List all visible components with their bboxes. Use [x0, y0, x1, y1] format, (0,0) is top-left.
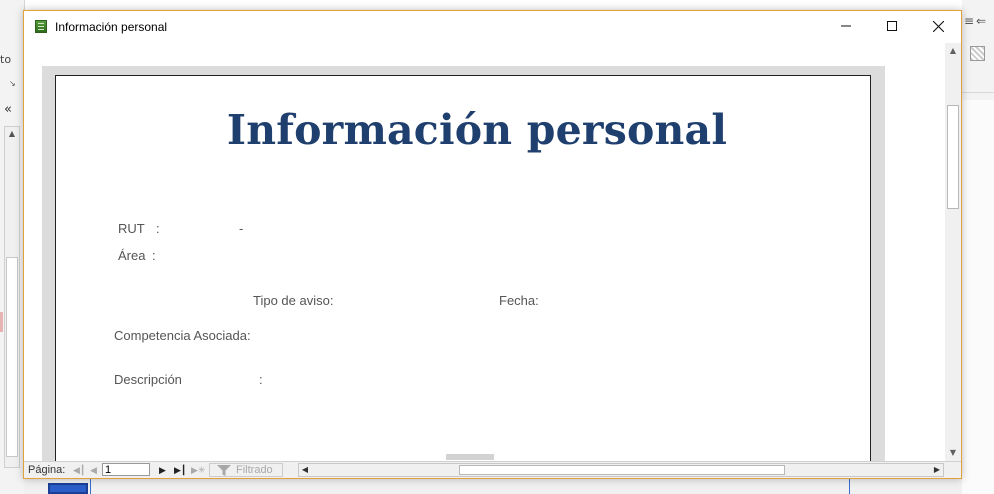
record-navigation-bar: Página: ◀┃ ◀ 1 ▶ ▶┃ ▶✳ Filtrado ◀ ▶ — [24, 461, 961, 478]
page-break-marker — [446, 454, 494, 460]
rut-colon: : — [156, 221, 160, 236]
competencia-label: Competencia Asociada: — [114, 328, 251, 343]
report-viewport: Información personal RUT : - Área : Tipo… — [24, 43, 945, 461]
previous-page-icon[interactable]: ◀ — [90, 463, 97, 477]
minimize-icon — [841, 25, 851, 27]
rut-dash: - — [239, 221, 244, 236]
report-window: Información personal Información persona… — [23, 10, 962, 479]
report-page: Información personal RUT : - Área : Tipo… — [55, 75, 871, 461]
horizontal-scroll-thumb[interactable] — [459, 465, 785, 475]
scroll-left-arrow-icon[interactable]: ◀ — [299, 464, 311, 476]
page-number-input[interactable]: 1 — [102, 463, 150, 476]
funnel-icon — [217, 465, 231, 476]
last-page-icon[interactable]: ▶┃ — [174, 463, 186, 477]
form-guide-line — [90, 478, 91, 494]
fecha-label: Fecha: — [499, 293, 539, 308]
next-page-icon[interactable]: ▶ — [159, 463, 166, 477]
filter-label: Filtrado — [236, 464, 273, 476]
navigation-pane-scroll-thumb[interactable] — [6, 257, 18, 457]
double-chevron-left-icon[interactable]: « — [4, 102, 12, 117]
scroll-up-arrow-icon[interactable]: ▲ — [945, 43, 961, 59]
ribbon-divider — [962, 92, 994, 93]
navigation-pane: to ↘ « ▲ — [0, 0, 25, 494]
title-bar[interactable]: Información personal — [24, 11, 961, 43]
vertical-scrollbar[interactable]: ▲ ▼ — [945, 43, 961, 461]
maximize-icon — [887, 21, 897, 31]
close-icon — [932, 20, 944, 33]
ribbon-right-fragment: ≡⇐ — [962, 0, 994, 494]
tipo-aviso-label: Tipo de aviso: — [253, 293, 334, 308]
new-page-icon[interactable]: ▶✳ — [191, 463, 205, 477]
scroll-right-arrow-icon[interactable]: ▶ — [931, 464, 943, 476]
report-title: Información personal — [226, 106, 728, 154]
area-label: Área — [118, 248, 146, 263]
descripcion-colon: : — [259, 372, 263, 387]
horizontal-scrollbar[interactable]: ◀ ▶ — [298, 463, 944, 477]
selection-marker — [0, 312, 3, 332]
report-icon — [35, 20, 47, 33]
navigation-pane-scrollbar[interactable]: ▲ — [4, 126, 20, 468]
vertical-scroll-thumb[interactable] — [947, 105, 959, 209]
window-title: Información personal — [55, 20, 168, 34]
dialog-launcher-icon[interactable]: ↘ — [9, 79, 16, 88]
first-page-icon[interactable]: ◀┃ — [73, 463, 85, 477]
scroll-up-arrow-icon[interactable]: ▲ — [5, 127, 19, 141]
rut-label: RUT — [118, 221, 145, 236]
background-form-bottom — [24, 478, 962, 494]
area-colon: : — [152, 248, 156, 263]
minimize-button[interactable] — [823, 11, 869, 43]
ribbon-fragment-text: to — [0, 53, 12, 66]
maximize-button[interactable] — [869, 11, 915, 43]
align-icons[interactable]: ≡⇐ — [964, 14, 988, 28]
selected-control[interactable] — [48, 483, 88, 494]
close-button[interactable] — [915, 11, 961, 43]
report-page-background: Información personal RUT : - Área : Tipo… — [42, 66, 885, 461]
descripcion-label: Descripción — [114, 372, 182, 387]
filter-toggle-button[interactable]: Filtrado — [209, 463, 283, 477]
form-guide-line-right — [849, 478, 850, 494]
gridlines-icon[interactable] — [970, 46, 985, 61]
scroll-down-arrow-icon[interactable]: ▼ — [945, 445, 961, 461]
page-label: Página: — [28, 464, 66, 476]
property-sheet-fragment — [962, 100, 994, 494]
